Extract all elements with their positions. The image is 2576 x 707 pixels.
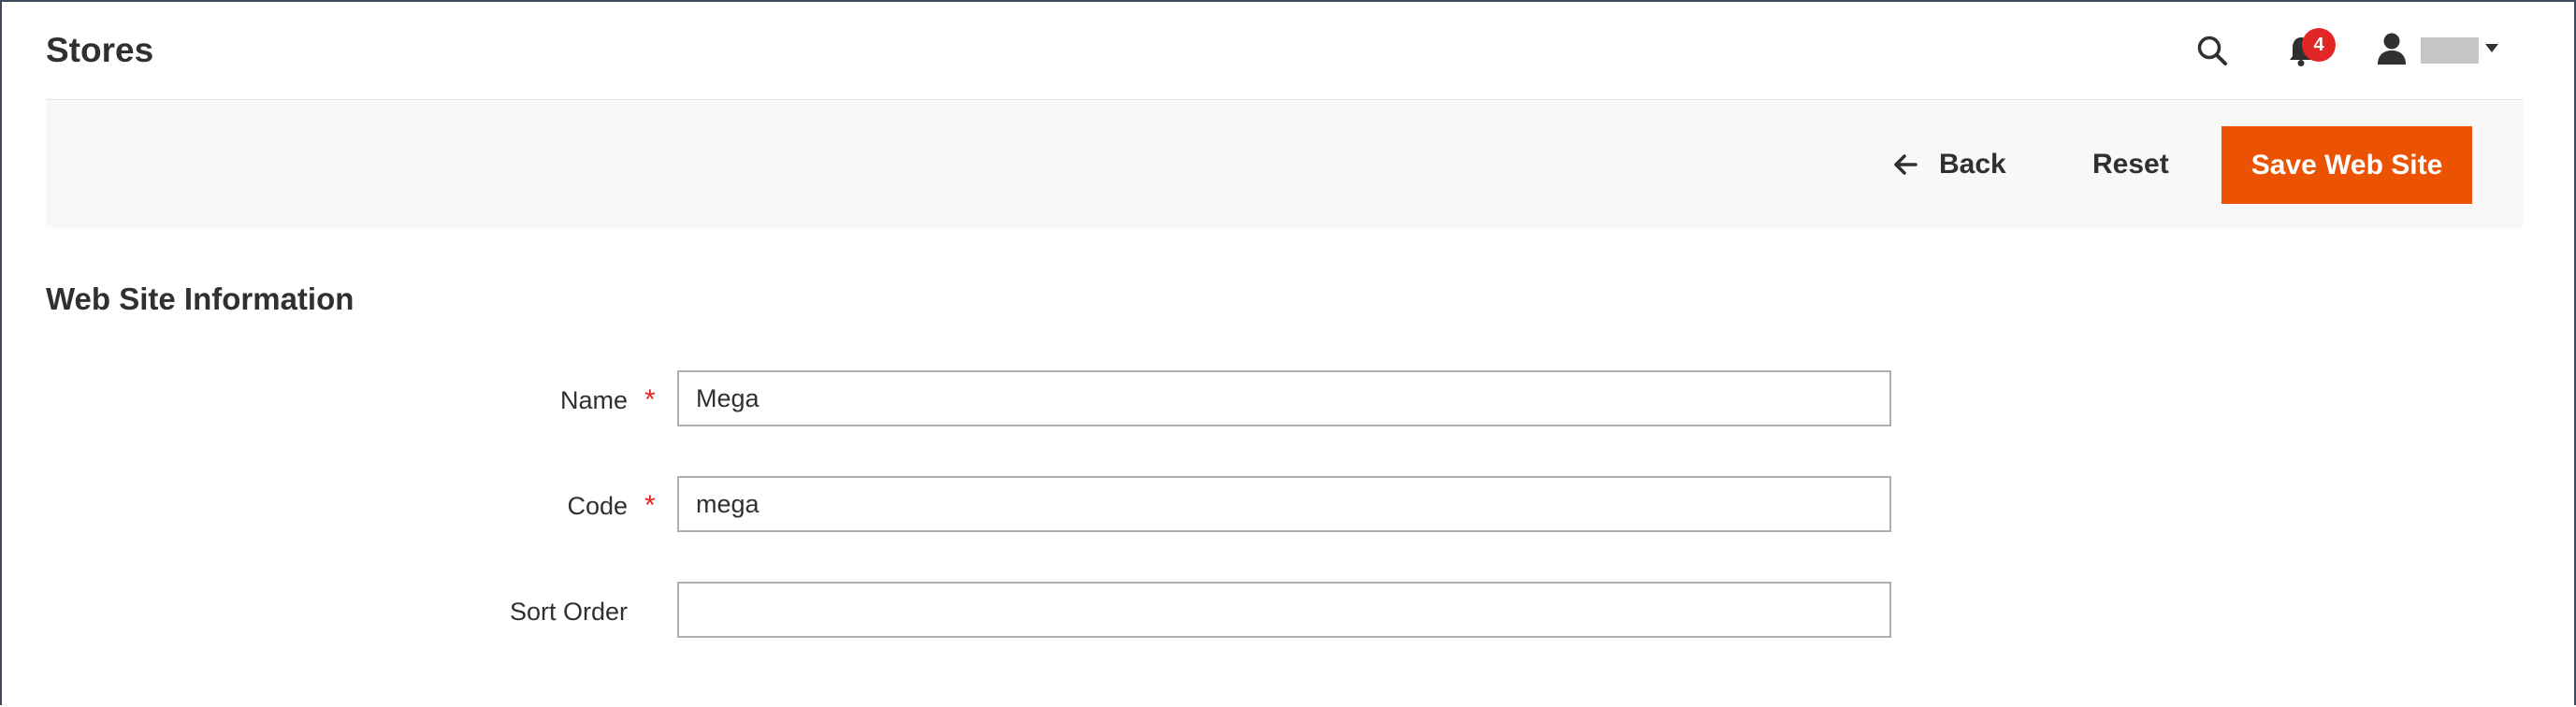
code-label: Code bbox=[567, 492, 628, 520]
page-title: Stores bbox=[46, 31, 154, 69]
user-icon[interactable] bbox=[2376, 32, 2408, 65]
sort-order-label: Sort Order bbox=[509, 598, 628, 626]
back-button-label: Back bbox=[1939, 149, 2006, 180]
arrow-left-icon bbox=[1894, 154, 1918, 175]
sort-order-input[interactable] bbox=[677, 582, 1891, 638]
name-label: Name bbox=[559, 386, 628, 414]
caret-down-icon[interactable] bbox=[2485, 44, 2498, 52]
user-name-redacted[interactable] bbox=[2421, 37, 2479, 64]
reset-button[interactable]: Reset bbox=[2092, 138, 2169, 191]
section-title: Web Site Information bbox=[46, 281, 355, 316]
save-web-site-button[interactable]: Save Web Site bbox=[2221, 126, 2472, 204]
back-button[interactable]: Back bbox=[1892, 138, 2006, 191]
notification-count-badge[interactable]: 4 bbox=[2302, 28, 2336, 62]
name-required-mark: * bbox=[644, 384, 656, 415]
search-icon[interactable] bbox=[2196, 35, 2228, 66]
code-input[interactable] bbox=[677, 476, 1891, 532]
name-input[interactable] bbox=[677, 370, 1891, 426]
code-required-mark: * bbox=[644, 490, 656, 521]
